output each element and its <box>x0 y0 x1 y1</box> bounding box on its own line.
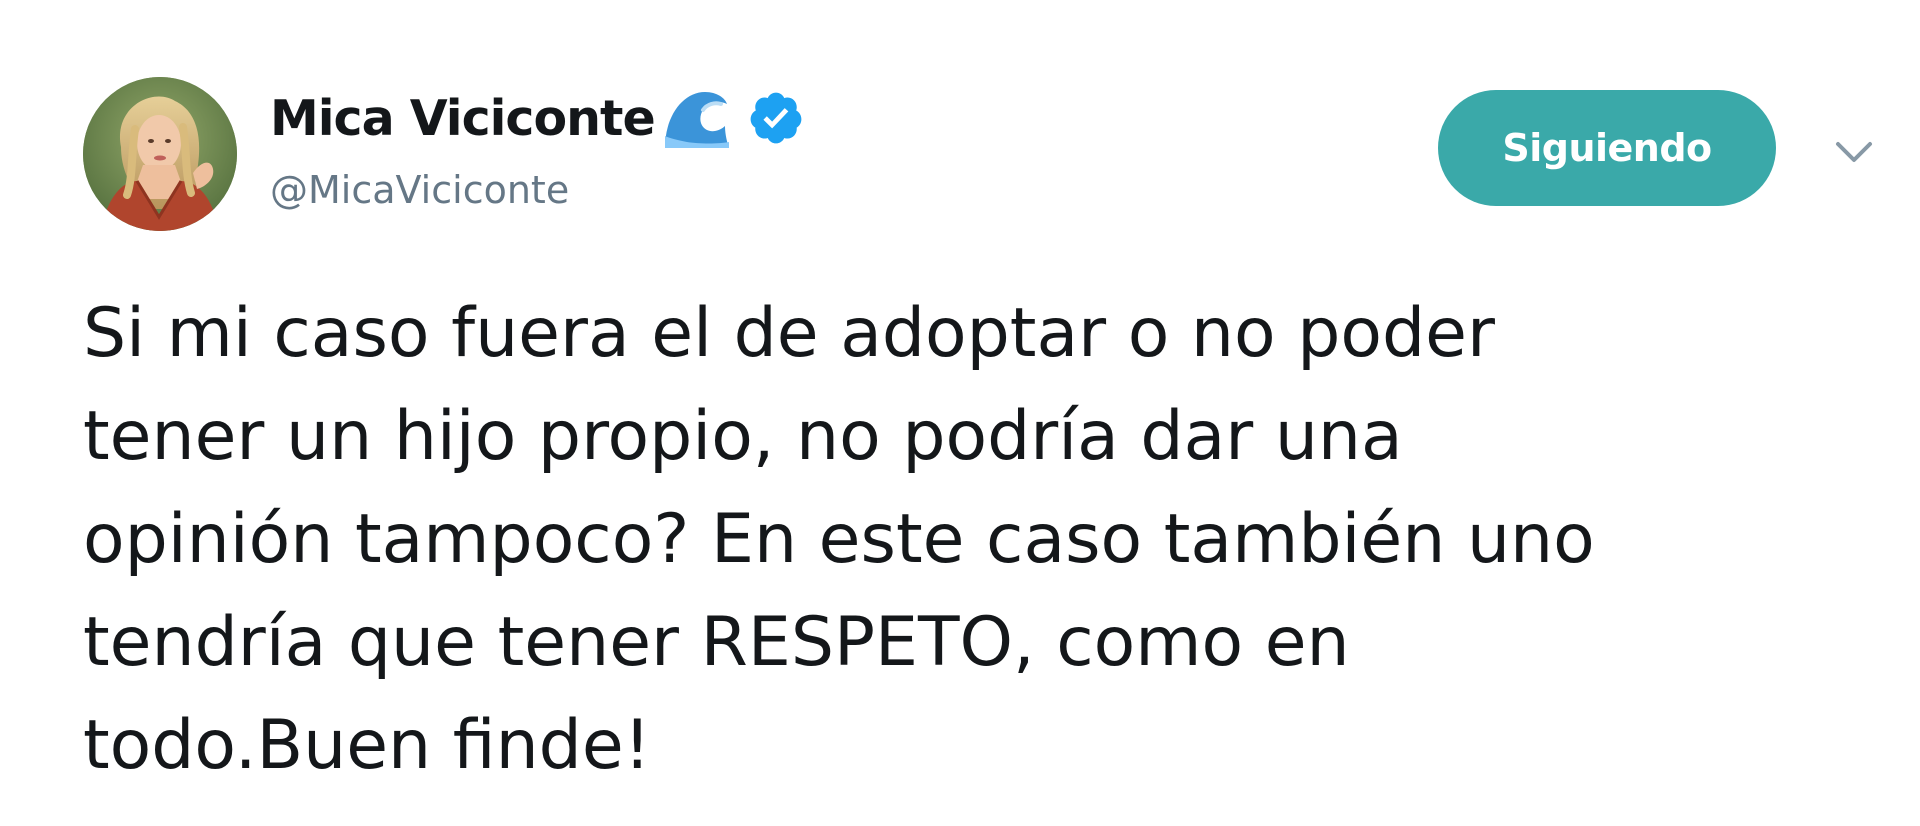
tweet-text-line: Si mi caso fuera el de adoptar o no pode… <box>83 294 1495 373</box>
avatar-photo <box>83 77 237 231</box>
tweet-text-line: todo.Buen finde! <box>83 706 651 785</box>
avatar[interactable] <box>83 77 237 231</box>
tweet-text: Si mi caso fuera el de adoptar o no pode… <box>83 282 1883 797</box>
chevron-down-icon[interactable] <box>1830 132 1878 172</box>
verified-badge-icon <box>747 89 805 147</box>
tweet-text-line: tener un hijo propio, no podría dar una <box>83 397 1403 476</box>
wave-emoji-icon <box>659 86 731 150</box>
tweet-card: Mica Viciconte @MicaViciconte Siguiendo … <box>0 0 1920 826</box>
tweet-text-line: opinión tampoco? En este caso también un… <box>83 500 1595 579</box>
author-name-row[interactable]: Mica Viciconte <box>270 86 805 150</box>
author-display-name[interactable]: Mica Viciconte <box>270 90 656 147</box>
author-handle[interactable]: @MicaViciconte <box>270 168 569 212</box>
tweet-text-line: tendría que tener RESPETO, como en <box>83 603 1350 682</box>
following-button[interactable]: Siguiendo <box>1438 90 1776 206</box>
